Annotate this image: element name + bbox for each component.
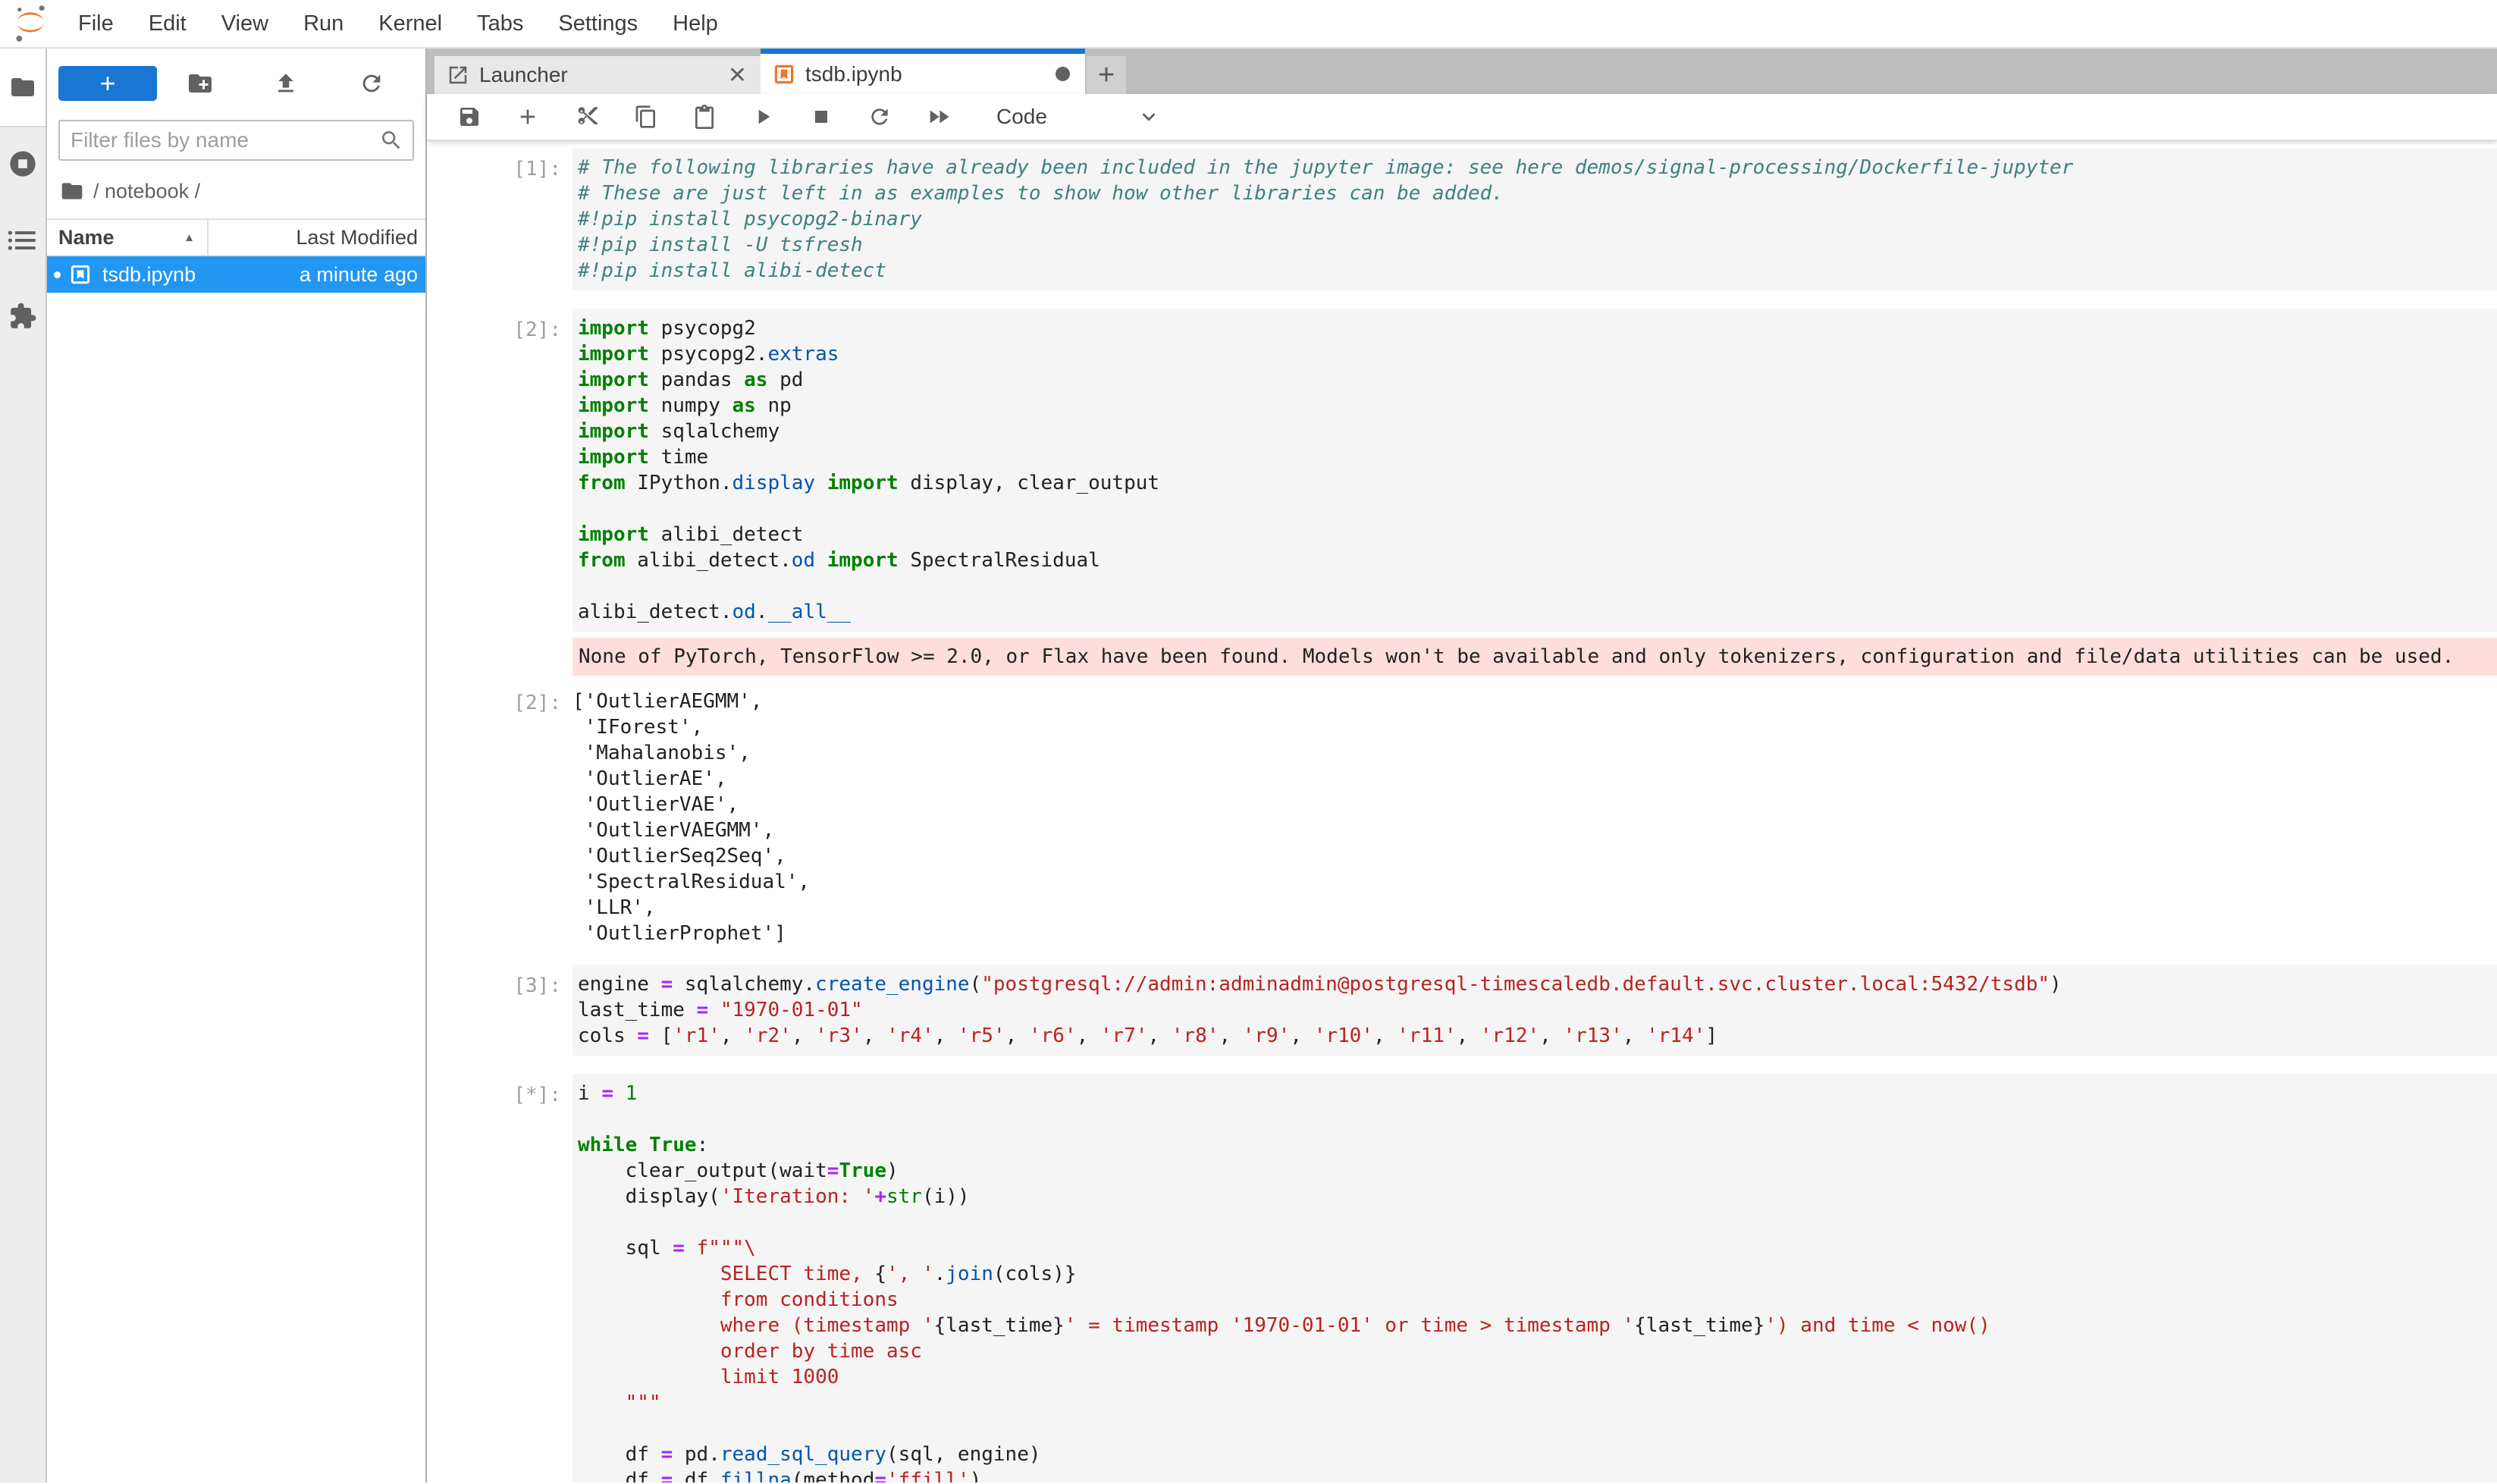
stderr-text: None of PyTorch, TensorFlow >= 2.0, or F…	[572, 638, 2497, 676]
code-cell: [1]:# The following libraries have alrea…	[427, 148, 2497, 290]
cell-editor[interactable]: import psycopg2import psycopg2.extrasimp…	[572, 309, 2497, 632]
sidebar-tab-extensions[interactable]	[8, 302, 37, 331]
launcher-icon	[447, 64, 469, 86]
new-folder-icon	[187, 70, 214, 97]
output-text: ['OutlierAEGMM', 'IForest', 'Mahalanobis…	[572, 682, 2497, 946]
code-cell: [3]:engine = sqlalchemy.create_engine("p…	[427, 965, 2497, 1056]
main-workspace: Launcher ✕ tsdb.ipynb +	[427, 49, 2497, 1482]
upload-icon	[273, 71, 299, 96]
interrupt-kernel-button[interactable]	[809, 105, 833, 129]
sidebar-tab-strip	[0, 49, 47, 1482]
sidebar-tab-toc[interactable]	[8, 229, 38, 252]
filter-placeholder: Filter files by name	[71, 128, 249, 152]
cell-editor[interactable]: i = 1 while True: clear_output(wait=True…	[572, 1074, 2497, 1482]
copy-icon	[634, 105, 658, 129]
tab-launcher-label: Launcher	[479, 63, 725, 87]
notebook-cells: [1]:# The following libraries have alrea…	[427, 140, 2497, 1482]
home-folder-icon	[60, 179, 84, 203]
cell-prompt: [1]:	[427, 148, 572, 290]
menu-view[interactable]: View	[204, 11, 286, 36]
menu-bar: File Edit View Run Kernel Tabs Settings …	[0, 0, 2497, 49]
code-cell: [*]:i = 1 while True: clear_output(wait=…	[427, 1074, 2497, 1482]
running-indicator-dot	[54, 271, 61, 278]
cell-editor[interactable]: engine = sqlalchemy.create_engine("postg…	[572, 965, 2497, 1056]
file-list-header: Name ▲ Last Modified	[47, 218, 425, 256]
sort-caret-icon: ▲	[184, 231, 195, 244]
refresh-icon	[359, 71, 384, 96]
puzzle-icon	[8, 302, 37, 331]
folder-icon	[9, 74, 36, 101]
file-name: tsdb.ipynb	[102, 263, 300, 287]
run-cell-button[interactable]	[751, 105, 775, 129]
menu-settings[interactable]: Settings	[541, 11, 655, 36]
column-header-modified[interactable]: Last Modified	[207, 220, 425, 255]
play-icon	[751, 105, 775, 129]
restart-run-all-button[interactable]	[926, 104, 952, 130]
execute-result: [2]:['OutlierAEGMM', 'IForest', 'Mahalan…	[427, 682, 2497, 946]
save-icon	[457, 105, 482, 129]
plus-icon	[516, 105, 540, 129]
copy-cells-button[interactable]	[634, 105, 658, 129]
cell-prompt: [3]:	[427, 965, 572, 1056]
unsaved-changes-dot	[1056, 67, 1070, 81]
insert-cell-button[interactable]	[516, 105, 540, 129]
cell-prompt: [2]:	[427, 682, 572, 946]
upload-button[interactable]	[243, 71, 328, 96]
cell-prompt	[427, 638, 572, 676]
code-cell: [2]:import psycopg2import psycopg2.extra…	[427, 309, 2497, 632]
name-column-label: Name	[58, 226, 114, 249]
cut-cells-button[interactable]	[574, 104, 600, 130]
notebook-toolbar: Code	[427, 94, 2497, 140]
notebook-file-icon	[69, 263, 92, 286]
save-button[interactable]	[457, 105, 482, 129]
menu-edit[interactable]: Edit	[131, 11, 204, 36]
sidebar-tab-running[interactable]	[8, 149, 38, 179]
search-icon	[379, 128, 403, 152]
jupyter-logo-icon	[11, 4, 50, 43]
stop-circle-icon	[8, 149, 38, 179]
cell-editor[interactable]: # The following libraries have already b…	[572, 148, 2497, 290]
menu-tabs[interactable]: Tabs	[460, 11, 541, 36]
list-icon	[8, 229, 38, 252]
filter-files-input[interactable]: Filter files by name	[58, 120, 414, 161]
new-folder-button[interactable]	[157, 70, 243, 97]
cell-prompt: [2]:	[427, 309, 572, 632]
restart-icon	[867, 105, 892, 129]
tab-launcher[interactable]: Launcher ✕	[434, 56, 761, 94]
fast-forward-icon	[926, 104, 952, 130]
breadcrumb-path: / notebook /	[93, 180, 200, 203]
chevron-down-icon[interactable]	[1137, 105, 1160, 128]
file-browser-toolbar: +	[47, 49, 425, 114]
file-browser-panel: + Filter files by name	[47, 49, 427, 1482]
clipboard-icon	[692, 105, 717, 129]
cell-type-dropdown[interactable]: Code	[996, 105, 1047, 129]
menu-kernel[interactable]: Kernel	[361, 11, 460, 36]
close-tab-icon[interactable]: ✕	[725, 62, 750, 89]
notebook-tab-icon	[773, 63, 795, 86]
breadcrumb[interactable]: / notebook /	[47, 161, 425, 218]
column-header-name[interactable]: Name ▲	[47, 220, 207, 255]
stop-icon	[809, 105, 833, 129]
refresh-button[interactable]	[329, 71, 415, 96]
tab-bar: Launcher ✕ tsdb.ipynb +	[427, 49, 2497, 94]
file-modified: a minute ago	[300, 263, 425, 287]
new-tab-button[interactable]: +	[1087, 56, 1126, 94]
menu-file[interactable]: File	[61, 11, 131, 36]
scissors-icon	[574, 104, 600, 130]
paste-cells-button[interactable]	[692, 105, 717, 129]
tab-notebook[interactable]: tsdb.ipynb	[761, 49, 1085, 94]
sidebar-tab-filebrowser[interactable]	[0, 49, 45, 127]
menu-run[interactable]: Run	[286, 11, 361, 36]
tab-notebook-label: tsdb.ipynb	[805, 62, 1056, 86]
new-launcher-button[interactable]: +	[58, 66, 157, 101]
restart-kernel-button[interactable]	[867, 105, 892, 129]
file-row-tsdb[interactable]: tsdb.ipynb a minute ago	[47, 256, 425, 293]
menu-help[interactable]: Help	[655, 11, 736, 36]
cell-prompt: [*]:	[427, 1074, 572, 1482]
stderr-output: None of PyTorch, TensorFlow >= 2.0, or F…	[427, 638, 2497, 676]
